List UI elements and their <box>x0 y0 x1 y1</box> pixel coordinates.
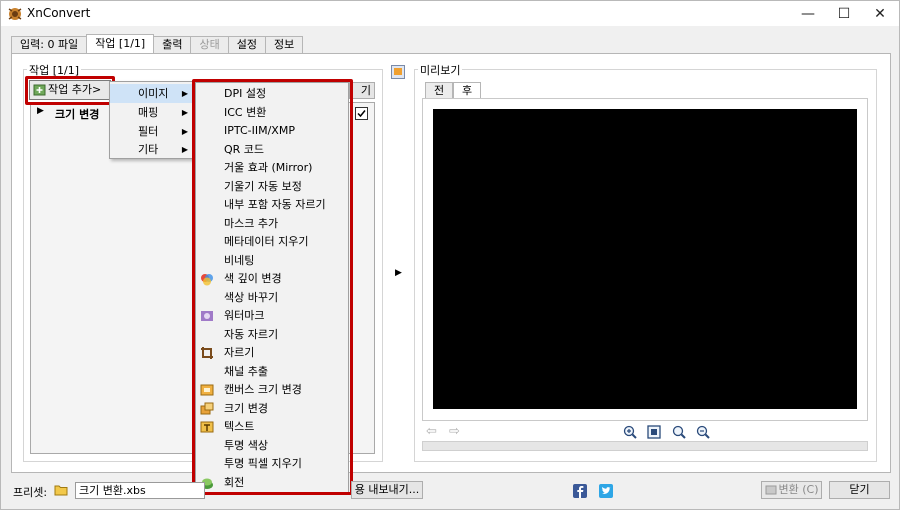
panel-collapse-arrow-icon[interactable]: ▶ <box>395 268 402 278</box>
maximize-icon: ☐ <box>837 5 851 22</box>
submenu-item-label: 기타 <box>138 143 159 156</box>
submenu-arrow-icon: ▶ <box>181 89 188 98</box>
submenu-item-mapping[interactable]: 매핑 ▶ <box>110 103 194 122</box>
submenu-item-filter[interactable]: 필터 ▶ <box>110 122 194 141</box>
submenu-arrow-icon: ▶ <box>181 145 188 154</box>
zoom-in-icon[interactable] <box>623 425 637 439</box>
window-title: XnConvert <box>27 6 91 20</box>
tab-settings[interactable]: 설정 <box>227 36 266 54</box>
preview-scrollbar[interactable] <box>422 441 868 451</box>
zoom-out-icon[interactable] <box>696 425 710 439</box>
submenu-item-label: 이미지 <box>138 87 169 100</box>
preview-toggle-icon[interactable] <box>391 65 405 79</box>
convert-button[interactable]: 변환 (C) <box>761 481 822 499</box>
previous-image-icon[interactable]: ⇦ <box>426 424 437 439</box>
tab-about[interactable]: 정보 <box>264 36 304 54</box>
preview-image <box>433 109 857 409</box>
twitter-icon[interactable] <box>599 484 613 498</box>
submenu-item-label: 필터 <box>138 125 159 138</box>
export-button-label: 용 내보내기... <box>354 483 420 496</box>
preview-tab-after[interactable]: 후 <box>453 82 482 99</box>
submenu-item-image[interactable]: 이미지 ▶ <box>110 84 194 103</box>
facebook-icon[interactable] <box>573 484 587 498</box>
close-icon: ✕ <box>874 5 886 22</box>
submenu-arrow-icon: ▶ <box>181 127 188 136</box>
minimize-icon: — <box>801 5 815 22</box>
preset-select[interactable]: 크기 변환.xbs <box>75 482 205 499</box>
title-bar: XnConvert — ☐ ✕ <box>1 1 899 26</box>
zoom-actual-icon[interactable] <box>672 425 686 439</box>
fit-to-window-icon[interactable] <box>647 425 661 439</box>
task-enabled-checkbox[interactable] <box>355 107 368 120</box>
export-button[interactable]: 용 내보내기... <box>351 481 423 499</box>
convert-icon <box>765 485 777 495</box>
task-toolbar-button-label: 기 <box>360 84 371 97</box>
next-image-icon[interactable]: ⇨ <box>449 424 460 439</box>
xnconvert-app-icon <box>8 8 22 20</box>
task-row-label: 크기 변경 <box>55 108 100 121</box>
preview-group-label: 미리보기 <box>418 62 463 78</box>
submenu-item-other[interactable]: 기타 ▶ <box>110 140 194 159</box>
preview-tab-before[interactable]: 전 <box>425 82 454 99</box>
preset-select-value: 크기 변환.xbs <box>79 484 146 497</box>
app-window: XnConvert — ☐ ✕ 입력: 0 파일 작업 [1/1] 출력 상태 … <box>0 0 900 510</box>
checkmark-icon <box>357 110 366 118</box>
tab-tasks[interactable]: 작업 [1/1] <box>86 34 155 54</box>
highlight-box-add-task <box>25 76 115 105</box>
main-tabs: 입력: 0 파일 작업 [1/1] 출력 상태 설정 정보 <box>11 34 304 54</box>
tab-status[interactable]: 상태 <box>190 36 229 54</box>
category-submenu: 이미지 ▶ 매핑 ▶ 필터 ▶ 기타 ▶ <box>109 81 195 159</box>
close-button-label: 닫기 <box>849 483 870 496</box>
expand-arrow-icon[interactable]: ▶ <box>37 106 44 116</box>
tab-output[interactable]: 출력 <box>153 36 192 54</box>
close-window-button[interactable]: ✕ <box>859 1 900 26</box>
submenu-item-label: 매핑 <box>138 106 159 119</box>
folder-icon[interactable] <box>54 483 68 497</box>
close-button[interactable]: 닫기 <box>829 481 890 499</box>
highlight-box-image-menu <box>192 79 353 495</box>
submenu-arrow-icon: ▶ <box>181 108 188 117</box>
preset-label: 프리셋: <box>13 486 48 499</box>
tab-input[interactable]: 입력: 0 파일 <box>11 36 88 54</box>
